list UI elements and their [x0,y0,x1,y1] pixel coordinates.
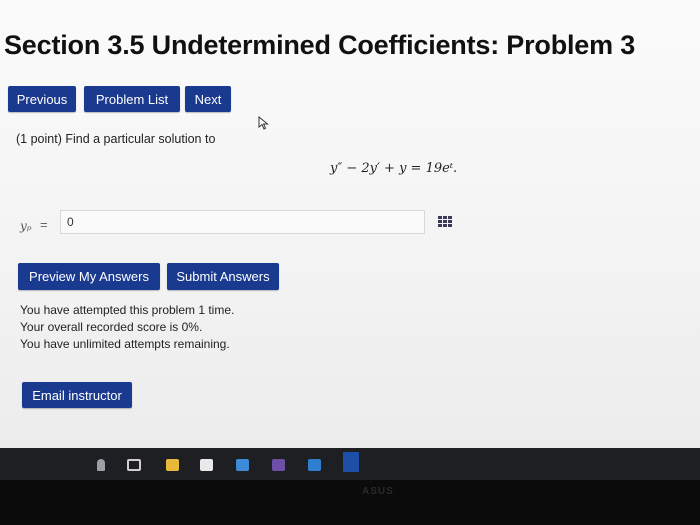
email-instructor-button[interactable]: Email instructor [22,382,132,408]
score-text: Your overall recorded score is 0%. [20,320,203,334]
answer-equals-sign: = [40,217,48,232]
monitor-bezel [0,480,700,525]
webwork-page: Section 3.5 Undetermined Coefficients: P… [0,0,700,448]
next-button[interactable]: Next [185,86,231,112]
attempts-text: You have attempted this problem 1 time. [20,303,235,317]
app-icon[interactable] [308,459,321,471]
bezel-logo: ASUS [362,486,394,497]
answer-input[interactable] [60,210,425,234]
attempt-status: You have attempted this problem 1 time. … [20,302,234,353]
equation-editor-icon[interactable] [437,214,453,228]
store-icon[interactable] [236,459,249,471]
microphone-icon[interactable] [97,459,105,471]
submit-answers-button[interactable]: Submit Answers [167,263,279,290]
problem-prompt: (1 point) Find a particular solution to [16,132,216,146]
preview-answers-button[interactable]: Preview My Answers [18,263,160,290]
page-title: Section 3.5 Undetermined Coefficients: P… [4,30,636,60]
previous-button[interactable]: Previous [8,86,76,112]
mail-icon[interactable] [200,459,213,471]
media-icon[interactable] [272,459,285,471]
task-view-icon[interactable] [127,459,141,471]
problem-list-button[interactable]: Problem List [84,86,180,112]
mouse-cursor-icon [258,116,269,130]
browser-icon[interactable] [343,452,359,472]
answer-label: yₚ [20,219,32,233]
file-explorer-icon[interactable] [166,459,179,471]
remaining-text: You have unlimited attempts remaining. [20,337,230,351]
problem-equation: y″ − 2y′ + y = 19eᵗ. [330,161,458,176]
